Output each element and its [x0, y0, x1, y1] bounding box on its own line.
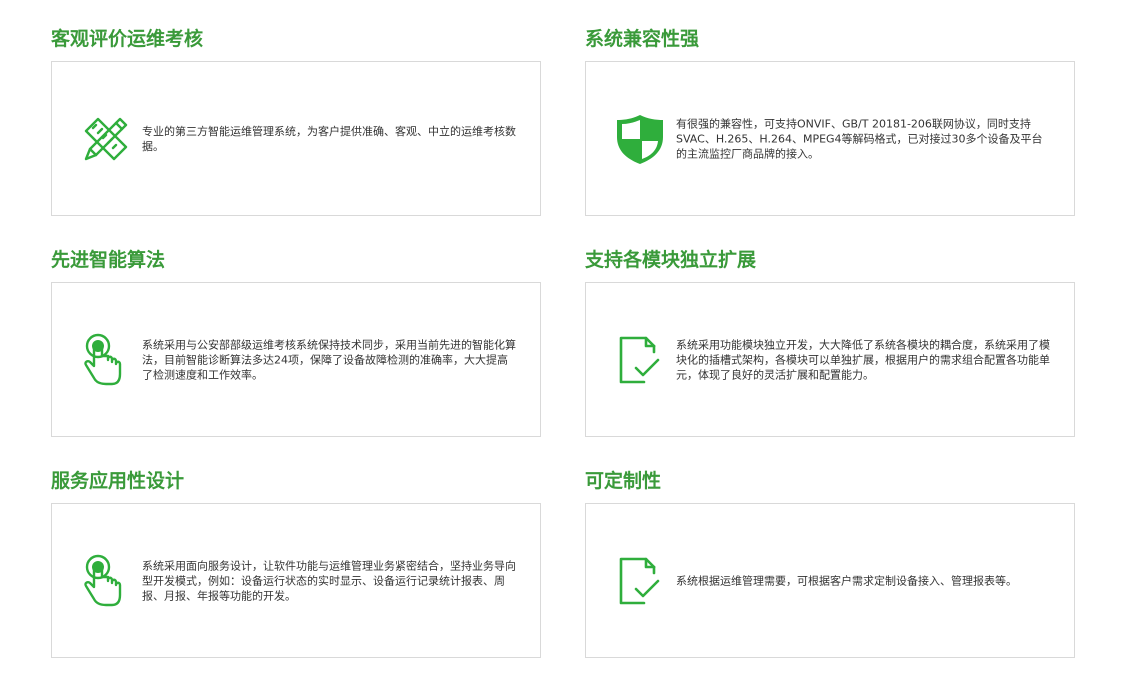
features-grid: 客观评价运维考核 专业的第三方智能运维管理系统，为客户提供准确、客观、中立的运维…: [0, 0, 1121, 691]
feature-card: 有很强的兼容性，可支持ONVIF、GB/T 20181-206联网协议，同时支持…: [585, 61, 1075, 216]
shield-icon: [612, 111, 668, 167]
feature-smart-algorithm: 先进智能算法 系统采用与公安部部级运维考核系统保持技术同步，采用当前先进的智能化…: [51, 245, 541, 437]
feature-module-extension: 支持各模块独立扩展 系统采用功能模块独立开发，大大降低了系统各模块的耦合度，系统…: [585, 245, 1075, 437]
document-check-icon: [612, 332, 668, 388]
pencil-ruler-icon: [78, 111, 134, 167]
feature-title: 可定制性: [585, 470, 662, 492]
touch-hand-icon: [78, 332, 134, 388]
document-check-icon: [612, 553, 668, 609]
feature-title: 服务应用性设计: [51, 470, 185, 492]
feature-card: 系统采用功能模块独立开发，大大降低了系统各模块的耦合度，系统采用了模块化的插槽式…: [585, 282, 1075, 437]
feature-card: 专业的第三方智能运维管理系统，为客户提供准确、客观、中立的运维考核数据。: [51, 61, 541, 216]
feature-card: 系统根据运维管理需要，可根据客户需求定制设备接入、管理报表等。: [585, 503, 1075, 658]
feature-description: 专业的第三方智能运维管理系统，为客户提供准确、客观、中立的运维考核数据。: [142, 124, 516, 153]
feature-description: 系统采用与公安部部级运维考核系统保持技术同步，采用当前先进的智能化算法，目前智能…: [142, 338, 516, 381]
feature-card: 系统采用与公安部部级运维考核系统保持技术同步，采用当前先进的智能化算法，目前智能…: [51, 282, 541, 437]
feature-title: 支持各模块独立扩展: [585, 249, 757, 271]
feature-customizable: 可定制性 系统根据运维管理需要，可根据客户需求定制设备接入、管理报表等。: [585, 466, 1075, 658]
feature-service-design: 服务应用性设计 系统采用面向服务设计，让软件功能与运维管理业务紧密结合，坚持业务…: [51, 466, 541, 658]
feature-compatibility: 系统兼容性强 有很强的兼容性，可支持ONVIF、GB/T 20181-206联网…: [585, 24, 1075, 216]
feature-objective-evaluation: 客观评价运维考核 专业的第三方智能运维管理系统，为客户提供准确、客观、中立的运维…: [51, 24, 541, 216]
feature-title: 先进智能算法: [51, 249, 166, 271]
feature-description: 系统采用面向服务设计，让软件功能与运维管理业务紧密结合，坚持业务导向型开发模式，…: [142, 559, 516, 602]
feature-description: 系统采用功能模块独立开发，大大降低了系统各模块的耦合度，系统采用了模块化的插槽式…: [676, 338, 1050, 381]
feature-card: 系统采用面向服务设计，让软件功能与运维管理业务紧密结合，坚持业务导向型开发模式，…: [51, 503, 541, 658]
feature-description: 系统根据运维管理需要，可根据客户需求定制设备接入、管理报表等。: [676, 574, 1017, 587]
feature-title: 系统兼容性强: [585, 28, 700, 50]
feature-description: 有很强的兼容性，可支持ONVIF、GB/T 20181-206联网协议，同时支持…: [676, 117, 1043, 160]
feature-title: 客观评价运维考核: [51, 28, 204, 50]
touch-hand-icon: [78, 553, 134, 609]
